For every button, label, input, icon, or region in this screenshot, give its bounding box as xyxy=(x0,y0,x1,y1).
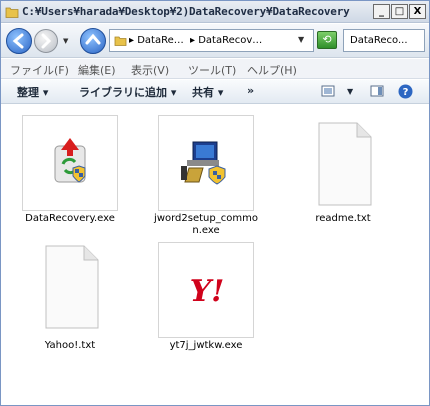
view-dropdown-icon[interactable]: ▼ xyxy=(347,87,353,96)
up-button[interactable] xyxy=(80,28,106,54)
file-item[interactable]: DataRecovery.exe xyxy=(15,115,125,225)
text-file-icon xyxy=(318,122,372,206)
folder-icon xyxy=(5,7,19,18)
file-thumbnail xyxy=(22,242,118,338)
file-name: yt7j_jwtkw.exe xyxy=(169,340,243,351)
share-button[interactable]: 共有 ▾ xyxy=(192,84,223,100)
help-icon[interactable]: ? xyxy=(398,84,413,99)
menu-tools[interactable]: ツール(T) xyxy=(188,62,236,78)
view-options-icon[interactable] xyxy=(321,85,335,97)
file-name: readme.txt xyxy=(315,213,371,224)
file-thumbnail xyxy=(158,115,254,211)
add-to-library-button[interactable]: ライブラリに追加 ▾ xyxy=(79,84,176,100)
minimize-button[interactable]: _ xyxy=(373,4,390,19)
preview-pane-icon[interactable] xyxy=(370,85,384,97)
explorer-window: C:¥Users¥harada¥Desktop¥2)DataRecovery¥D… xyxy=(0,0,430,406)
breadcrumb-segment[interactable]: ▸ DataRe… xyxy=(129,35,184,46)
file-name: jword2setup_common.exe xyxy=(154,213,258,236)
menu-bar: ファイル(F) 編集(E) 表示(V) ツール(T) ヘルプ(H) xyxy=(1,59,429,79)
menu-view[interactable]: 表示(V) xyxy=(131,62,169,78)
menu-edit[interactable]: 編集(E) xyxy=(78,62,116,78)
file-item[interactable]: jword2setup_common.exe xyxy=(151,115,261,237)
file-item[interactable]: Y! yt7j_jwtkw.exe xyxy=(151,242,261,352)
file-name: DataRecovery.exe xyxy=(25,213,115,224)
file-item[interactable]: readme.txt xyxy=(288,115,398,225)
svg-text:?: ? xyxy=(403,87,409,98)
file-thumbnail: Y! xyxy=(158,242,254,338)
file-thumbnail xyxy=(295,115,391,211)
recent-pages-dropdown-icon[interactable]: ▼ xyxy=(63,37,68,45)
address-dropdown-icon[interactable]: ▼ xyxy=(298,35,304,44)
forward-arrow-icon xyxy=(41,33,52,49)
file-name: Yahoo!.txt xyxy=(44,340,96,351)
forward-button[interactable] xyxy=(34,29,58,53)
recycle-shield-icon xyxy=(54,138,86,183)
search-value: DataReco... xyxy=(350,35,408,46)
text-file-icon xyxy=(45,245,99,329)
organize-button[interactable]: 整理 ▾ xyxy=(17,84,48,100)
file-item[interactable]: Yahoo!.txt xyxy=(15,242,125,352)
address-bar[interactable]: ▸ DataRe… ▸ DataRecov… ▼ xyxy=(109,29,314,52)
file-thumbnail xyxy=(22,115,118,211)
svg-text:Y!: Y! xyxy=(190,274,225,309)
breadcrumb-segment[interactable]: ▸ DataRecov… xyxy=(190,35,262,46)
menu-help[interactable]: ヘルプ(H) xyxy=(247,62,297,78)
maximize-button[interactable]: □ xyxy=(391,4,408,19)
command-bar: 整理 ▾ ライブラリに追加 ▾ 共有 ▾ » ▼ ? xyxy=(1,80,429,104)
search-input[interactable]: DataReco... xyxy=(343,29,425,52)
file-list: DataRecovery.exe jword2setup_common.exe xyxy=(1,105,429,405)
window-title: C:¥Users¥harada¥Desktop¥2)DataRecovery¥D… xyxy=(22,5,350,18)
title-bar[interactable]: C:¥Users¥harada¥Desktop¥2)DataRecovery¥D… xyxy=(1,1,429,23)
more-commands-button[interactable]: » xyxy=(247,84,254,97)
menu-file[interactable]: ファイル(F) xyxy=(10,62,69,78)
back-button[interactable] xyxy=(6,28,32,54)
back-arrow-icon xyxy=(12,33,24,49)
refresh-button[interactable]: ⟲ xyxy=(317,31,337,49)
folder-icon xyxy=(114,36,127,46)
navigation-bar: ▼ ▸ DataRe… ▸ DataRecov… ▼ ⟲ DataReco... xyxy=(1,24,429,58)
yahoo-logo-icon: Y! xyxy=(190,274,225,309)
close-button[interactable]: X xyxy=(409,4,426,19)
up-arrow-icon xyxy=(85,33,101,45)
refresh-icon: ⟲ xyxy=(322,33,332,46)
installer-icon xyxy=(181,141,226,185)
